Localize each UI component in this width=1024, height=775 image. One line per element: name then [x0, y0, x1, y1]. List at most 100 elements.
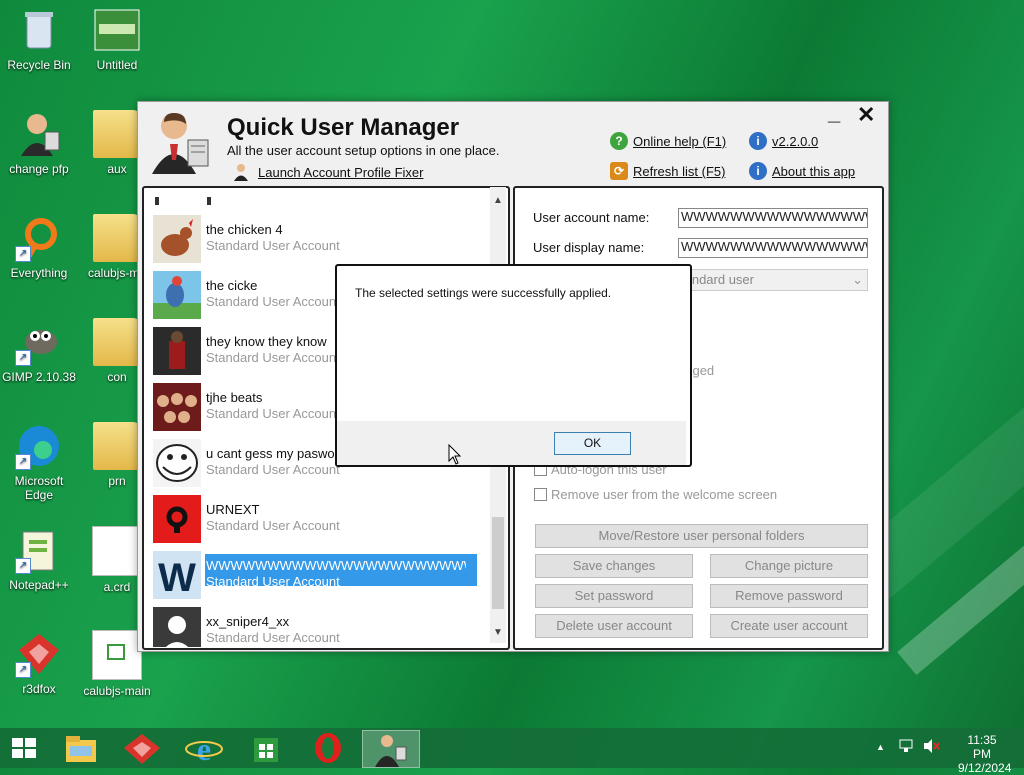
account-name-input[interactable]: WWWWWWWWWWWWWWWWWWW: [678, 208, 868, 228]
account-type-select[interactable]: tandard user ⌄: [678, 269, 868, 291]
desktop-icon-notepad-plus-plus[interactable]: ↗ Notepad++: [1, 526, 77, 592]
checkbox-box: [534, 488, 547, 501]
version-link[interactable]: v2.2.0.0: [772, 134, 818, 149]
folder-icon: [93, 318, 141, 366]
user-type: Standard User Account: [206, 462, 340, 477]
dialog-footer: OK: [337, 421, 686, 465]
online-help-link[interactable]: Online help (F1): [633, 134, 726, 149]
desktop-icon-label: change pfp: [9, 162, 69, 176]
scroll-down-icon[interactable]: ▼: [493, 627, 503, 638]
svg-text:e: e: [197, 731, 211, 766]
account-name-label: User account name:: [533, 210, 650, 225]
refresh-list-link[interactable]: Refresh list (F5): [633, 164, 725, 179]
desktop-icon-label: prn: [108, 474, 126, 488]
user-avatar: W: [153, 551, 201, 600]
window-header: Quick User Manager All the user account …: [138, 100, 888, 186]
move-restore-folders-button[interactable]: Move/Restore user personal folders: [535, 524, 868, 548]
minimize-button[interactable]: _: [828, 100, 840, 126]
user-list-item[interactable]: URNEXT Standard User Account: [153, 495, 483, 549]
file-explorer-icon[interactable]: [58, 730, 102, 766]
refresh-icon: ⟳: [610, 162, 628, 180]
shortcut-arrow-icon: ↗: [15, 558, 31, 574]
close-button[interactable]: ✕: [857, 102, 875, 128]
save-changes-button[interactable]: Save changes: [535, 554, 693, 578]
desktop-icon-change-pfp[interactable]: change pfp: [1, 110, 77, 176]
desktop-icon-label: r3dfox: [22, 682, 56, 696]
display-name-input[interactable]: WWWWWWWWWWWWWWWWWWW: [678, 238, 868, 258]
user-name: the chicken 4: [206, 222, 283, 237]
user-type: Standard User Account: [206, 350, 340, 365]
ok-button[interactable]: OK: [554, 432, 631, 455]
user-list-item[interactable]: the chicken 4 Standard User Account: [153, 215, 483, 269]
about-link[interactable]: About this app: [772, 164, 855, 179]
desktop-icon-untitled[interactable]: Untitled: [79, 6, 155, 72]
launch-profile-fixer-link[interactable]: Launch Account Profile Fixer: [258, 165, 423, 180]
desktop-icon-label: Microsoft Edge: [14, 474, 64, 502]
scrollbar-thumb[interactable]: [492, 517, 504, 609]
display-name-label: User display name:: [533, 240, 645, 255]
delete-account-button[interactable]: Delete user account: [535, 614, 693, 638]
recycle-bin-icon: [15, 6, 63, 54]
desktop-icon-r3dfox[interactable]: ↗ r3dfox: [1, 630, 77, 696]
user-list-item[interactable]: xx_sniper4_xx Standard User Account: [153, 607, 483, 647]
user-name: they know they know: [206, 334, 327, 349]
tray-expand-icon[interactable]: ▲: [876, 742, 885, 752]
user-avatar: [153, 327, 201, 375]
opera-icon[interactable]: [306, 730, 350, 766]
desktop-icon-label: aux: [107, 162, 127, 176]
network-icon[interactable]: [898, 738, 914, 757]
user-name: URNEXT: [206, 502, 260, 517]
shortcut-arrow-icon: ↗: [15, 246, 31, 262]
mouse-cursor-icon: [448, 443, 462, 471]
r3dfox-icon: ↗: [15, 630, 63, 678]
user-name: tjhe beats: [206, 390, 263, 405]
desktop-icon-label: Notepad++: [9, 578, 69, 592]
r3dfox-icon[interactable]: [120, 730, 164, 766]
shortcut-arrow-icon: ↗: [15, 662, 31, 678]
user-name: the cicke: [206, 278, 258, 293]
shortcut-arrow-icon: ↗: [15, 350, 31, 366]
success-dialog: The selected settings were successfully …: [335, 264, 692, 467]
desktop-icon-label: a.crd: [103, 580, 131, 594]
file-icon: [92, 526, 142, 576]
taskbar: e ▲ 11:35 PM 9/12/2024: [0, 728, 1024, 775]
desktop-icon-gimp[interactable]: ↗ GIMP 2.10.38: [1, 318, 77, 384]
remove-password-button[interactable]: Remove password: [710, 584, 868, 608]
image-icon: [93, 6, 141, 54]
desktop-icon-recycle-bin[interactable]: Recycle Bin: [1, 6, 77, 72]
user-avatar: [153, 607, 201, 647]
avatar-partial: [155, 197, 211, 205]
help-icon: ?: [610, 132, 628, 150]
user-type: Standard User Account: [206, 294, 340, 309]
internet-explorer-icon[interactable]: e: [182, 730, 226, 767]
user-list-item-selected[interactable]: W WWWWWWWWWWWWWWWWWWWWWW Standard User A…: [153, 551, 483, 605]
folder-icon: [93, 422, 141, 470]
quick-user-manager-icon[interactable]: [362, 730, 420, 768]
desktop-icon-everything[interactable]: ↗ Everything: [1, 214, 77, 280]
desktop-icon-label: Recycle Bin: [7, 58, 71, 72]
clock[interactable]: 11:35 PM 9/12/2024: [958, 733, 1011, 775]
user-name: WWWWWWWWWWWWWWWWWWWWWW: [206, 558, 466, 573]
user-avatar: [153, 271, 201, 319]
change-picture-button[interactable]: Change picture: [710, 554, 868, 578]
user-type: Standard User Account: [206, 238, 340, 253]
set-password-button[interactable]: Set password: [535, 584, 693, 608]
remove-welcome-label: Remove user from the welcome screen: [551, 487, 778, 502]
user-avatar: [153, 495, 201, 543]
start-icon[interactable]: [2, 730, 46, 766]
scroll-up-icon[interactable]: ▲: [493, 195, 503, 206]
remove-welcome-checkbox[interactable]: Remove user from the welcome screen: [534, 487, 777, 502]
file-icon: [92, 630, 142, 680]
dialog-message: The selected settings were successfully …: [355, 286, 612, 300]
create-account-button[interactable]: Create user account: [710, 614, 868, 638]
desktop-icon-label: Untitled: [96, 58, 138, 72]
info-icon: i: [749, 162, 767, 180]
desktop-icon-microsoft-edge[interactable]: ↗ Microsoft Edge: [1, 422, 77, 502]
app-subtitle: All the user account setup options in on…: [227, 143, 500, 158]
store-icon[interactable]: [244, 730, 288, 766]
info-icon: i: [749, 132, 767, 150]
user-type: Standard User Account: [206, 406, 340, 421]
app-logo-icon: [148, 110, 210, 174]
desktop-icon-label: con: [107, 370, 127, 384]
volume-muted-icon[interactable]: [922, 738, 940, 757]
